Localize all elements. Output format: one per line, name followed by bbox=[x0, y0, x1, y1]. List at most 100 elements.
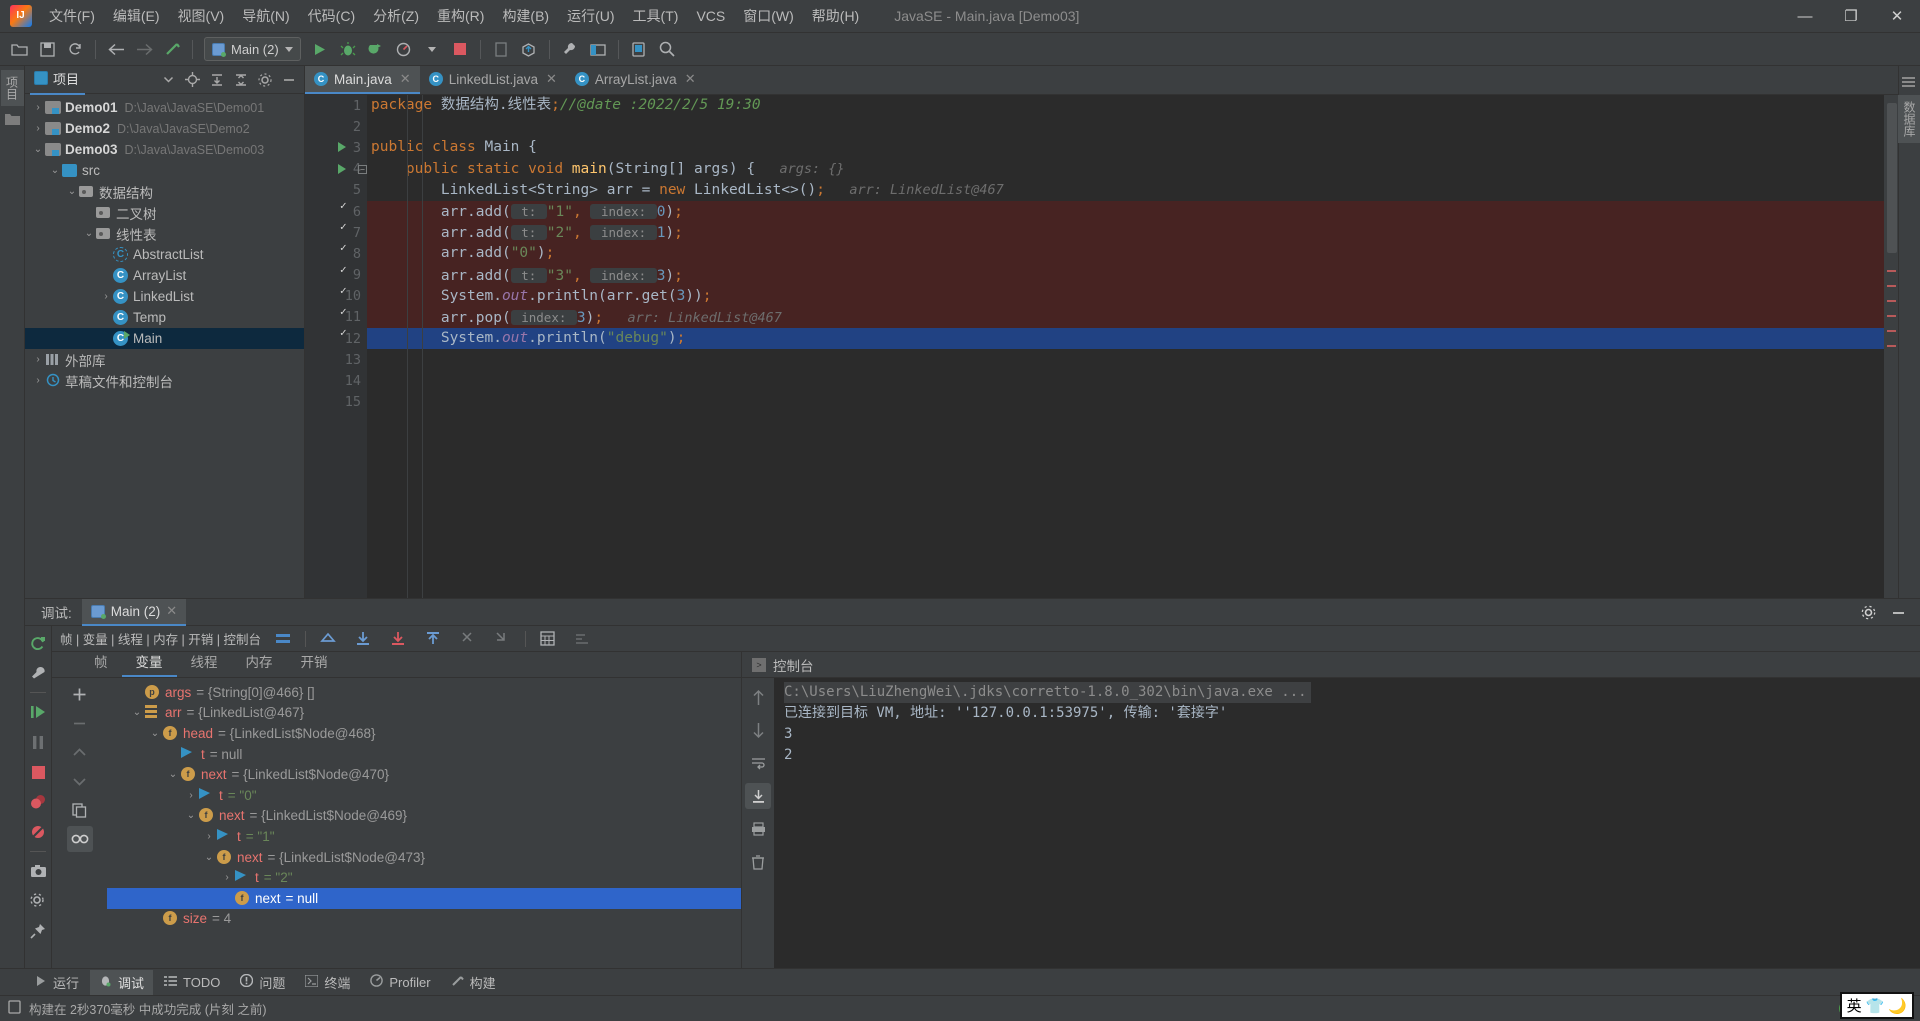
tree-node-Main[interactable]: C Main bbox=[25, 328, 304, 349]
tree-expand-arrow[interactable]: › bbox=[31, 375, 45, 386]
project-structure-icon[interactable] bbox=[585, 36, 611, 62]
variable-row-next[interactable]: ⌄ f next = {LinkedList$Node@469} bbox=[107, 806, 741, 827]
variable-expand-arrow[interactable]: ⌄ bbox=[147, 728, 163, 739]
open-folder-icon[interactable] bbox=[6, 36, 32, 62]
stop-icon[interactable] bbox=[25, 759, 51, 785]
run-configuration-selector[interactable]: Main (2) bbox=[204, 37, 301, 61]
tree-node-数据结构[interactable]: ⌄ 数据结构 bbox=[25, 181, 304, 202]
gutter-line-4[interactable]: 4− bbox=[305, 159, 367, 180]
scroll-to-end-icon[interactable] bbox=[745, 783, 771, 809]
tool-window-终端[interactable]: 终端 bbox=[296, 970, 359, 995]
code-line-2[interactable] bbox=[367, 116, 1884, 137]
tool-window-运行[interactable]: 运行 bbox=[26, 970, 88, 995]
step-out-icon[interactable] bbox=[420, 626, 446, 652]
menu-run[interactable]: 运行(U) bbox=[558, 1, 623, 31]
gutter-line-8[interactable]: 8 bbox=[305, 243, 367, 264]
mute-breakpoints-icon[interactable] bbox=[25, 819, 51, 845]
code-line-5[interactable]: LinkedList<String> arr = new LinkedList<… bbox=[367, 180, 1884, 201]
editor-tab-Main-java[interactable]: C Main.java ✕ bbox=[305, 66, 420, 94]
close-icon[interactable]: ✕ bbox=[685, 71, 696, 87]
gutter-line-15[interactable]: 15 bbox=[305, 392, 367, 413]
settings-wrench-icon[interactable] bbox=[557, 36, 583, 62]
code-line-11[interactable]: arr.pop( index: 3); arr: LinkedList@467 bbox=[367, 306, 1884, 329]
remove-watch-icon[interactable] bbox=[67, 710, 93, 736]
gutter-line-6[interactable]: 6 bbox=[305, 201, 367, 222]
maximize-button[interactable]: ❐ bbox=[1828, 0, 1874, 33]
tree-expand-arrow[interactable]: › bbox=[31, 123, 45, 134]
code-line-4[interactable]: public static void main(String[] args) {… bbox=[367, 159, 1884, 180]
view-breakpoints-icon[interactable] bbox=[25, 789, 51, 815]
breakpoint-icon[interactable] bbox=[337, 268, 352, 283]
menu-refactor[interactable]: 重构(R) bbox=[428, 1, 493, 31]
variable-row-t[interactable]: › t = "0" bbox=[107, 785, 741, 806]
tree-expand-arrow[interactable]: › bbox=[31, 354, 45, 365]
debug-tab-开销[interactable]: 开销 bbox=[287, 649, 342, 677]
code-line-13[interactable] bbox=[367, 349, 1884, 370]
debug-tab-帧[interactable]: 帧 bbox=[80, 649, 122, 677]
editor-marker-bar[interactable]: ✔ bbox=[1884, 95, 1898, 598]
gutter-line-5[interactable]: 5 bbox=[305, 180, 367, 201]
tree-expand-arrow[interactable]: ⌄ bbox=[65, 186, 79, 197]
gutter-line-14[interactable]: 14 bbox=[305, 370, 367, 391]
breakpoint-icon[interactable] bbox=[337, 289, 352, 304]
gear-icon[interactable] bbox=[1855, 599, 1881, 625]
breakpoint-icon[interactable] bbox=[337, 246, 352, 261]
menu-view[interactable]: 视图(V) bbox=[169, 1, 234, 31]
tree-node-Temp[interactable]: C Temp bbox=[25, 307, 304, 328]
tree-expand-arrow[interactable]: ⌄ bbox=[31, 144, 45, 155]
close-icon[interactable]: ✕ bbox=[546, 71, 557, 87]
code-text-area[interactable]: package 数据结构.线性表;//@date :2022/2/5 19:30… bbox=[367, 95, 1884, 598]
variable-row-next[interactable]: ⌄ f next = {LinkedList$Node@473} bbox=[107, 847, 741, 868]
minimize-button[interactable]: — bbox=[1782, 0, 1828, 33]
tab-project[interactable]: 项目 bbox=[30, 65, 86, 95]
variable-row-arr[interactable]: ⌄ arr = {LinkedList@467} bbox=[107, 703, 741, 724]
tree-node-线性表[interactable]: ⌄ 线性表 bbox=[25, 223, 304, 244]
variable-row-args[interactable]: p args = {String[0]@466} [] bbox=[107, 682, 741, 703]
tree-expand-arrow[interactable]: › bbox=[99, 291, 113, 302]
breakpoint-icon[interactable] bbox=[337, 331, 352, 346]
code-line-14[interactable] bbox=[367, 370, 1884, 391]
search-icon[interactable] bbox=[654, 36, 680, 62]
variable-row-t[interactable]: › t = "1" bbox=[107, 826, 741, 847]
menu-build[interactable]: 构建(B) bbox=[493, 1, 558, 31]
gutter-line-3[interactable]: 3 bbox=[305, 137, 367, 158]
variable-expand-arrow[interactable]: ⌄ bbox=[129, 707, 145, 718]
menu-edit[interactable]: 编辑(E) bbox=[104, 1, 169, 31]
variable-expand-arrow[interactable]: ⌄ bbox=[201, 852, 217, 863]
tool-window-构建[interactable]: 构建 bbox=[442, 970, 505, 995]
profile-icon[interactable] bbox=[391, 36, 417, 62]
debug-tab-内存[interactable]: 内存 bbox=[232, 649, 287, 677]
close-icon[interactable]: ✕ bbox=[166, 603, 177, 619]
project-tree[interactable]: › Demo01 D:\Java\JavaSE\Demo01 › Demo2 D:\Jav… bbox=[25, 94, 304, 598]
run-with-coverage-icon[interactable] bbox=[363, 36, 389, 62]
step-over-icon[interactable] bbox=[350, 626, 376, 652]
breakpoint-icon[interactable] bbox=[337, 225, 352, 240]
variable-expand-arrow[interactable]: › bbox=[219, 872, 235, 883]
debug-breadcrumb[interactable]: 帧 | 变量 | 线程 | 内存 | 开销 | 控制台 bbox=[60, 629, 261, 648]
trash-icon[interactable] bbox=[745, 849, 771, 875]
variable-expand-arrow[interactable]: › bbox=[183, 790, 199, 801]
tool-window-Profiler[interactable]: Profiler bbox=[361, 971, 439, 993]
breakpoint-icon[interactable] bbox=[337, 204, 352, 219]
gear-icon[interactable] bbox=[25, 888, 51, 914]
code-line-6[interactable]: arr.add( t: "1", index: 0); bbox=[367, 200, 1884, 223]
show-execution-point-icon[interactable] bbox=[315, 626, 341, 652]
pause-program-icon[interactable] bbox=[25, 729, 51, 755]
move-down-icon[interactable] bbox=[67, 768, 93, 794]
tree-node-AbstractList[interactable]: C AbstractList bbox=[25, 244, 304, 265]
update-app-icon[interactable] bbox=[516, 36, 542, 62]
back-arrow-icon[interactable] bbox=[103, 36, 129, 62]
collapse-all-icon[interactable] bbox=[230, 69, 251, 90]
gutter-line-13[interactable]: 13 bbox=[305, 349, 367, 370]
menu-help[interactable]: 帮助(H) bbox=[803, 1, 868, 31]
evaluate-expression-icon[interactable] bbox=[535, 626, 561, 652]
gutter-line-7[interactable]: 7 bbox=[305, 222, 367, 243]
variable-row-next[interactable]: ⌄ f next = {LinkedList$Node@470} bbox=[107, 764, 741, 785]
force-step-over-icon[interactable] bbox=[455, 626, 481, 652]
variable-expand-arrow[interactable]: › bbox=[201, 831, 217, 842]
pin-icon[interactable] bbox=[25, 918, 51, 944]
code-line-9[interactable]: arr.add( t: "3", index: 3); bbox=[367, 264, 1884, 286]
gutter-line-2[interactable]: 2 bbox=[305, 116, 367, 137]
debug-session-tab[interactable]: Main (2) ✕ bbox=[81, 598, 187, 626]
run-gutter-icon[interactable] bbox=[338, 163, 346, 174]
